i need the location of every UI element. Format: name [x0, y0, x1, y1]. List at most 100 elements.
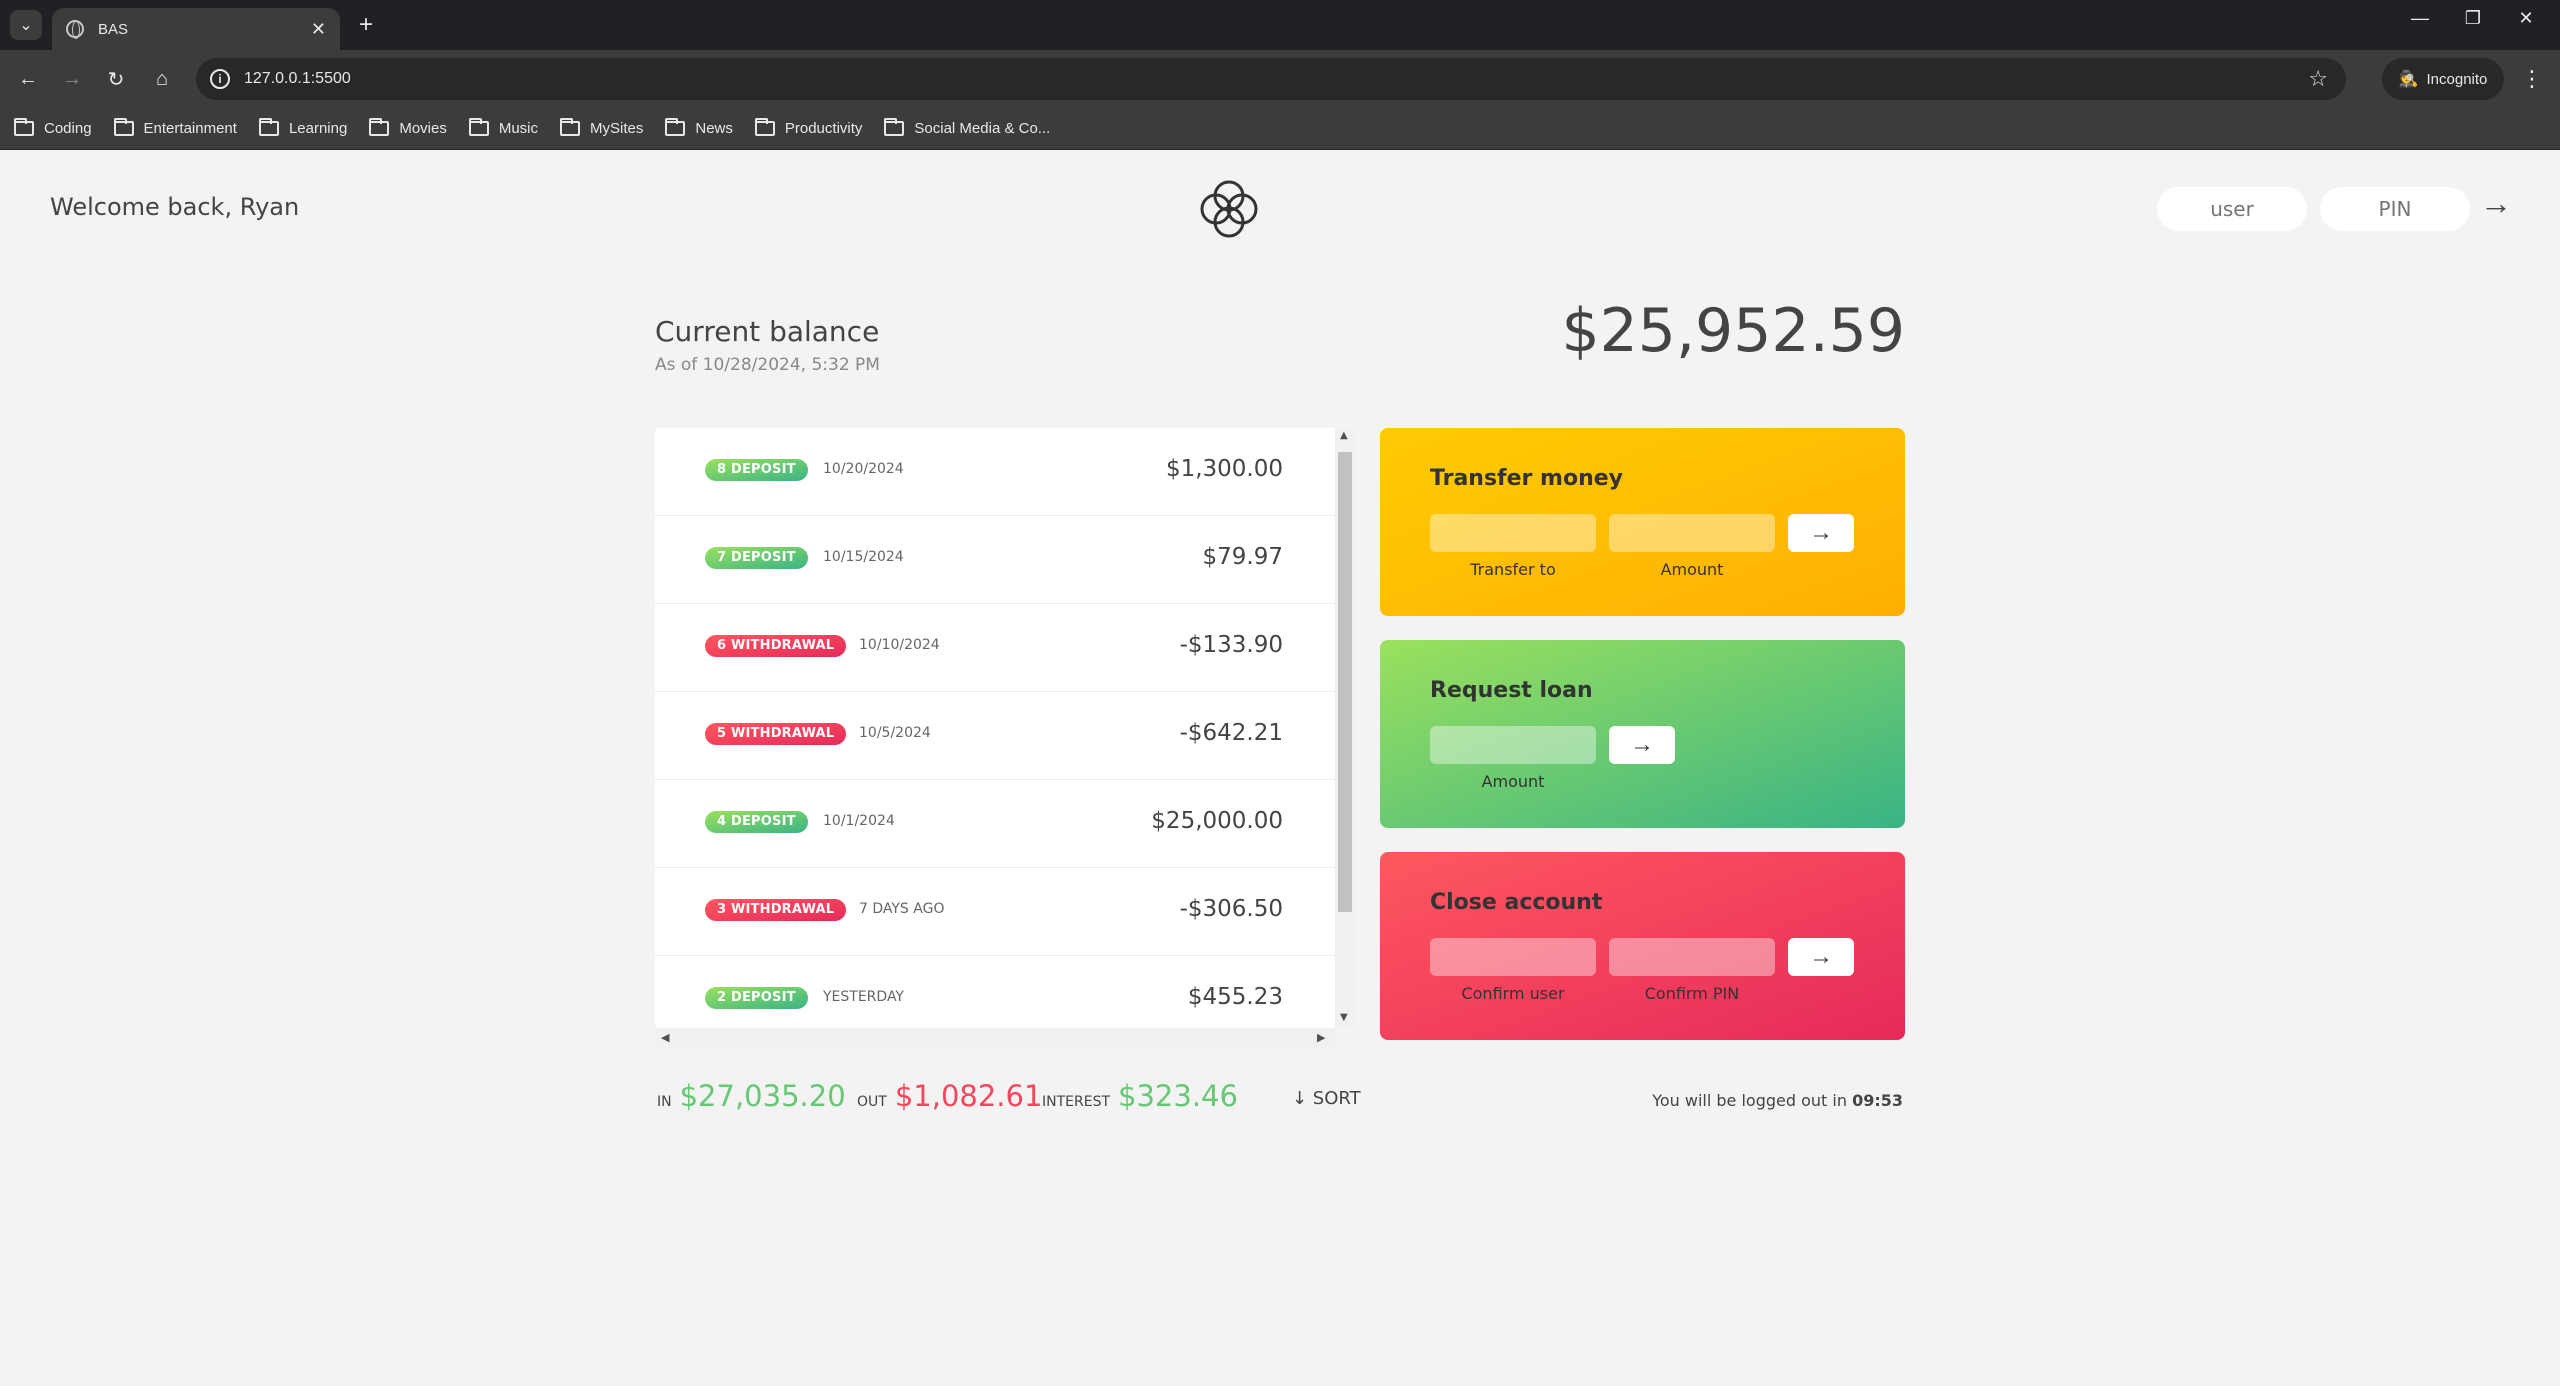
movement-date: 10/15/2024: [823, 549, 904, 565]
folder-icon: [884, 118, 905, 136]
transfer-to-input[interactable]: [1430, 514, 1596, 552]
bookmark-folder[interactable]: Movies: [369, 118, 447, 137]
bankist-app: Welcome back, Ryan → Current balance As …: [0, 151, 2560, 1386]
close-account-panel: Close account → Confirm user Confirm PIN: [1380, 852, 1905, 1040]
url-text[interactable]: 127.0.0.1:5500: [244, 70, 2308, 88]
folder-icon: [560, 118, 581, 136]
movement-date: 10/1/2024: [823, 813, 895, 829]
folder-icon: [113, 118, 134, 136]
movement-date: 10/10/2024: [859, 637, 940, 653]
movement-type-badge: 7 deposit: [705, 547, 808, 569]
scroll-right-icon[interactable]: ▶: [1317, 1031, 1325, 1044]
balance-date: As of 10/28/2024, 5:32 PM: [655, 355, 880, 375]
bookmark-folder[interactable]: Productivity: [754, 118, 862, 137]
movement-type-badge: 4 deposit: [705, 811, 808, 833]
scroll-left-icon[interactable]: ◀: [661, 1031, 669, 1044]
folder-icon: [14, 118, 34, 136]
tab-title: BAS: [98, 20, 129, 38]
close-pin-label: Confirm PIN: [1644, 984, 1740, 1003]
summary-out-label: Out: [857, 1094, 887, 1110]
welcome-message: Welcome back, Ryan: [50, 193, 300, 221]
bookmark-star-icon[interactable]: ☆: [2308, 66, 2328, 92]
logo-icon: [1200, 180, 1258, 238]
globe-icon: [66, 20, 84, 39]
loan-amount-input[interactable]: [1430, 726, 1596, 764]
tab-close-icon[interactable]: ✕: [311, 19, 326, 40]
login-button[interactable]: →: [2480, 185, 2512, 222]
logout-timer-value: 09:53: [1852, 1091, 1903, 1110]
close-user-input[interactable]: [1430, 938, 1596, 976]
bookmark-folder[interactable]: Social Media & Co...: [884, 118, 1050, 137]
back-icon[interactable]: ←: [12, 64, 44, 94]
logout-text: You will be logged out in: [1652, 1091, 1853, 1110]
movement-type-badge: 2 deposit: [705, 987, 808, 1009]
transfer-amount-label: Amount: [1660, 560, 1724, 579]
forward-icon[interactable]: →: [56, 64, 88, 94]
movement-value: -$133.90: [1179, 632, 1283, 658]
close-title: Close account: [1430, 890, 1603, 915]
browser-tab-bar: ⌄ BAS ✕ + — ❐ ✕: [0, 0, 2560, 50]
movement-date: Yesterday: [823, 989, 904, 1005]
bookmark-folder[interactable]: Entertainment: [113, 118, 237, 137]
login-user-input[interactable]: [2157, 187, 2307, 231]
summary-in: In $27,035.20: [657, 1079, 846, 1113]
movement-value: $79.97: [1202, 544, 1283, 570]
movement-row: 3 withdrawal 7 days ago -$306.50: [655, 868, 1335, 956]
incognito-label: Incognito: [2426, 70, 2488, 88]
browser-menu-icon[interactable]: ⋮: [2518, 64, 2546, 94]
movement-type-badge: 3 withdrawal: [705, 899, 847, 921]
scroll-down-icon[interactable]: ▼: [1340, 1012, 1348, 1023]
browser-tab[interactable]: BAS ✕: [52, 8, 340, 50]
minimize-icon[interactable]: —: [2400, 8, 2440, 29]
folder-icon: [258, 118, 279, 136]
sort-button[interactable]: ↓ SORT: [1292, 1088, 1361, 1109]
close-user-label: Confirm user: [1461, 984, 1565, 1003]
summary-in-value: $27,035.20: [679, 1079, 846, 1113]
transfer-title: Transfer money: [1430, 466, 1624, 491]
loan-panel: Request loan → Amount: [1380, 640, 1905, 828]
movements-list[interactable]: 8 deposit 10/20/2024 $1,300.00 7 deposit…: [655, 428, 1355, 1028]
close-submit-button[interactable]: →: [1788, 938, 1854, 976]
folder-icon: [468, 118, 489, 136]
movement-row: 5 withdrawal 10/5/2024 -$642.21: [655, 692, 1335, 780]
incognito-badge[interactable]: 🕵 Incognito: [2382, 58, 2504, 100]
bookmark-folder[interactable]: News: [665, 118, 733, 137]
new-tab-button[interactable]: +: [352, 10, 380, 40]
bookmarks-bar: Coding Entertainment Learning Movies Mus…: [0, 108, 2560, 150]
scrollbar-thumb[interactable]: [1338, 452, 1352, 912]
movements-horizontal-scrollbar[interactable]: ◀ ▶: [655, 1028, 1335, 1048]
bookmark-folder[interactable]: Music: [468, 118, 538, 137]
bookmark-folder[interactable]: Learning: [258, 118, 347, 137]
transfer-amount-input[interactable]: [1609, 514, 1775, 552]
transfer-submit-button[interactable]: →: [1788, 514, 1854, 552]
loan-amount-label: Amount: [1481, 772, 1545, 791]
close-window-icon[interactable]: ✕: [2506, 8, 2546, 29]
movement-row: 4 deposit 10/1/2024 $25,000.00: [655, 780, 1335, 868]
bookmark-folder[interactable]: MySites: [560, 118, 643, 137]
reload-icon[interactable]: ↻: [100, 64, 132, 94]
tab-search-button[interactable]: ⌄: [10, 10, 42, 40]
summary-interest-label: Interest: [1042, 1094, 1111, 1110]
movement-date: 10/20/2024: [823, 461, 904, 477]
site-info-icon[interactable]: i: [210, 69, 230, 89]
folder-icon: [369, 118, 390, 136]
loan-submit-button[interactable]: →: [1609, 726, 1675, 764]
movement-value: -$642.21: [1179, 720, 1283, 746]
movement-row: 2 deposit Yesterday $455.23: [655, 956, 1335, 1028]
movement-value: $455.23: [1187, 984, 1283, 1010]
restore-icon[interactable]: ❐: [2453, 8, 2493, 29]
bookmark-folder[interactable]: Coding: [14, 118, 92, 137]
close-pin-input[interactable]: [1609, 938, 1775, 976]
movements-vertical-scrollbar[interactable]: ▲ ▼: [1335, 428, 1355, 1028]
movement-value: $25,000.00: [1151, 808, 1283, 834]
summary-out-value: $1,082.61: [894, 1079, 1043, 1113]
summary-interest-value: $323.46: [1118, 1079, 1238, 1113]
address-bar[interactable]: i 127.0.0.1:5500 ☆: [196, 58, 2346, 100]
scroll-up-icon[interactable]: ▲: [1340, 430, 1348, 441]
folder-icon: [754, 118, 775, 136]
movement-row: 6 withdrawal 10/10/2024 -$133.90: [655, 604, 1335, 692]
login-pin-input[interactable]: [2320, 187, 2470, 231]
movement-value: $1,300.00: [1165, 456, 1283, 482]
balance-value: $25,952.59: [1561, 296, 1905, 366]
home-icon[interactable]: ⌂: [146, 64, 178, 94]
